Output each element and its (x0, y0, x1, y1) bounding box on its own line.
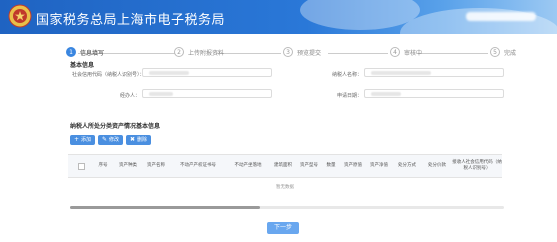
step-label: 完成 (504, 49, 517, 57)
column-header[interactable]: 资产名称 (142, 155, 170, 177)
step-number: 1 (66, 47, 76, 57)
apply-date-label: 申请日期： (336, 93, 362, 99)
column-header[interactable]: 资产型号 (296, 155, 322, 177)
edit-button-label: 修改 (109, 137, 120, 143)
redacted-value (149, 92, 173, 96)
agent-label: 经办人： (119, 93, 140, 99)
delete-button[interactable]: ✖ 删除 (126, 135, 152, 145)
plus-icon: + (74, 136, 80, 143)
column-header[interactable]: 资产种类 (114, 155, 142, 177)
step-label: 信息填写 (80, 49, 105, 57)
column-header[interactable]: 处分价款 (422, 155, 452, 177)
header-banner: 国家税务总局上海市电子税务局 (0, 0, 557, 34)
user-info-redacted (466, 12, 536, 21)
step-connector (328, 53, 388, 54)
redacted-value (371, 71, 431, 75)
step-label: 上传附报资料 (188, 49, 225, 57)
step-number: 2 (174, 47, 184, 57)
step-connector (216, 53, 281, 54)
asset-table-header: 序号 资产种类 资产名称 不动产产权证书号 不动产坐落地 建筑面积 资产型号 数… (68, 154, 502, 178)
column-header[interactable]: 资产净值 (366, 155, 392, 177)
agent-field[interactable] (142, 89, 272, 98)
step-connector (418, 53, 488, 54)
taxpayer-name-label: 纳税人名称： (331, 72, 362, 78)
add-button-label: 添加 (81, 137, 92, 143)
step-reviewing: 4 审核中 (390, 47, 422, 57)
taxpayer-name-field[interactable] (364, 68, 504, 77)
credit-code-label: 社会信用代码（纳税人识别号）： (72, 72, 145, 78)
column-header[interactable]: 资产原值 (340, 155, 366, 177)
select-all-checkbox[interactable] (78, 163, 85, 170)
column-header[interactable]: 接收人社会信用代码（纳税人识别号） (452, 155, 502, 177)
step-label: 审核中 (404, 49, 423, 57)
column-header[interactable]: 建筑面积 (270, 155, 296, 177)
step-fill-info: 1 信息填写 (66, 47, 104, 57)
horizontal-scrollbar[interactable] (70, 206, 504, 209)
asset-section-title: 纳税人所处分类资产情况基本信息 (70, 123, 161, 130)
table-empty-text: 暂无数据 (276, 185, 294, 190)
step-upload: 2 上传附报资料 (174, 47, 224, 57)
trash-icon: ✖ (130, 136, 136, 143)
step-number: 3 (283, 47, 293, 57)
redacted-value (371, 92, 401, 96)
next-step-button[interactable]: 下一步 (267, 222, 299, 234)
add-button[interactable]: + 添加 (70, 135, 96, 145)
column-header[interactable]: 不动产产权证书号 (170, 155, 226, 177)
column-header[interactable]: 数量 (322, 155, 340, 177)
progress-steps: 1 信息填写 2 上传附报资料 3 预览提交 4 审核中 5 完成 (66, 47, 516, 61)
tax-emblem-icon (8, 4, 32, 28)
step-number: 5 (490, 47, 500, 57)
step-complete: 5 完成 (490, 47, 516, 57)
apply-date-field[interactable] (364, 89, 504, 98)
edit-icon: ✎ (102, 136, 108, 143)
column-header[interactable]: 序号 (92, 155, 114, 177)
step-preview-submit: 3 预览提交 (283, 47, 321, 57)
basic-info-title: 基本信息 (70, 62, 95, 69)
column-header[interactable]: 不动产坐落地 (226, 155, 270, 177)
step-number: 4 (390, 47, 400, 57)
delete-button-label: 删除 (137, 137, 148, 143)
scrollbar-thumb[interactable] (70, 206, 260, 209)
page-title: 国家税务总局上海市电子税务局 (36, 13, 226, 28)
step-label: 预览提交 (297, 49, 322, 57)
edit-button[interactable]: ✎ 修改 (98, 135, 124, 145)
column-header[interactable]: 处分方式 (392, 155, 422, 177)
credit-code-field[interactable] (142, 68, 272, 77)
redacted-value (149, 71, 189, 75)
